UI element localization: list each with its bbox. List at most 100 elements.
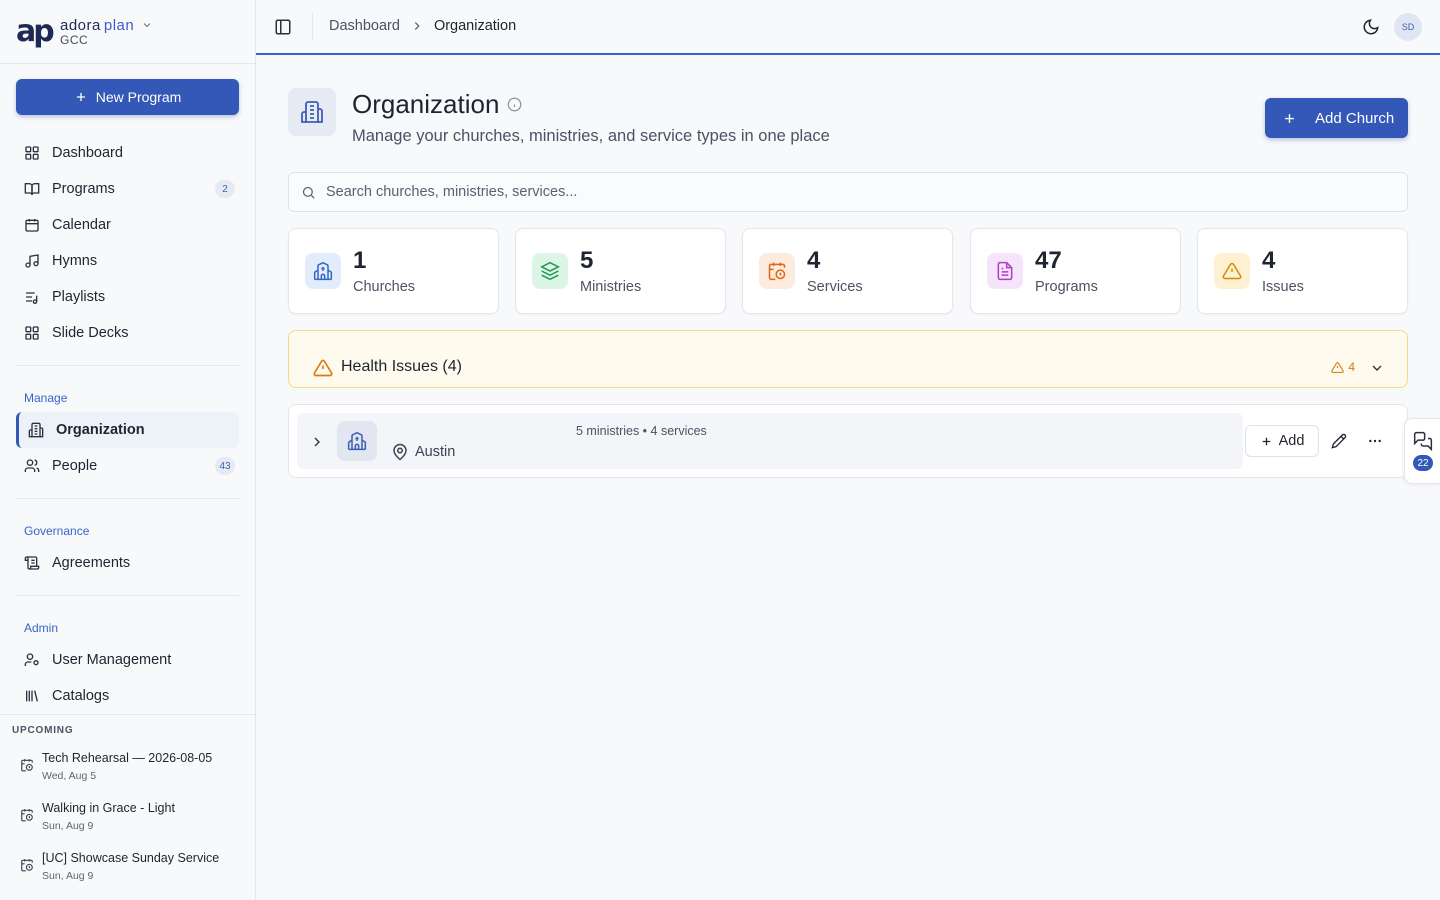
warning-icon [313,359,333,377]
upcoming-title-text: Tech Rehearsal — 2026-08-05 [42,751,213,765]
stat-card-churches[interactable]: 1 Churches [288,228,499,314]
nav-label: Slide Decks [52,325,129,341]
nav-label: Calendar [52,217,111,233]
stat-card-ministries[interactable]: 5 Ministries [515,228,726,314]
warning-icon [1222,262,1242,280]
layers-icon [540,261,560,281]
count-badge: 43 [215,457,235,475]
nav-dashboard[interactable]: Dashboard [16,135,239,171]
stat-icon [532,253,568,289]
stat-card-programs[interactable]: 47 Programs [970,228,1181,314]
playlist-icon [26,292,38,304]
chevron-right-icon[interactable] [309,434,325,450]
nav-catalogs[interactable]: Catalogs [16,678,239,714]
plus-icon [1262,437,1270,445]
add-church-button[interactable]: Add Church [1265,98,1408,138]
plus-icon [1285,113,1294,123]
nav-calendar[interactable]: Calendar [16,207,239,243]
stat-card-issues[interactable]: 4 Issues [1197,228,1408,314]
chevron-right-icon [414,22,420,30]
chat-toggle-button[interactable]: 22 [1404,418,1440,484]
upcoming-date: Sun, Aug 9 [42,870,94,882]
nav-organization[interactable]: Organization [16,412,239,448]
add-church-label: Add Church [1315,109,1395,127]
chevron-down-icon[interactable] [1369,360,1385,376]
sidebar: ap adora plan GCC New Program Dashboard … [0,0,256,900]
divider [16,498,239,499]
church-location-text: Austin [415,444,456,460]
add-label: Add [1278,433,1305,449]
stat-value: 1 [353,247,367,274]
stat-label: Programs [1035,279,1098,295]
grid-icon [25,146,39,160]
governance-nav: Agreements [16,545,239,581]
nav-label: User Management [52,652,172,668]
nav-playlists[interactable]: Playlists [16,279,239,315]
nav-label: Organization [56,422,145,438]
upcoming-date: Wed, Aug 5 [42,770,97,782]
nav-user-management[interactable]: User Management [16,642,239,678]
user-cog-icon [24,653,39,666]
nav-slide-decks[interactable]: Slide Decks [16,315,239,351]
stat-icon [305,253,341,289]
nav-people[interactable]: People 43 [16,448,239,484]
brand-logo: ap [16,13,55,49]
avatar[interactable]: SD [1394,13,1422,41]
stat-value: 4 [1262,247,1276,274]
church-avatar [337,421,377,461]
search-icon [302,186,315,199]
section-label-admin: Admin [24,621,59,635]
divider [16,365,239,366]
brand-switcher[interactable]: ap adora plan GCC [0,0,255,64]
stat-icon [987,253,1023,289]
nav-label: Programs [52,181,115,197]
page-title-text: Organization [352,89,500,119]
breadcrumb-dashboard[interactable]: Dashboard [329,18,400,34]
new-program-button[interactable]: New Program [16,79,239,115]
plus-icon [76,92,85,102]
stat-label: Issues [1262,279,1304,295]
building-icon [301,101,323,123]
count-badge: 2 [215,180,235,198]
nav-programs[interactable]: Programs 2 [16,171,239,207]
admin-nav: User Management Catalogs [16,642,239,714]
breadcrumb-current: Organization [433,18,517,34]
brand-name: adora [60,16,101,34]
scroll-icon [24,556,40,570]
new-program-label: New Program [95,89,182,105]
breadcrumb: Dashboard Organization [329,18,516,34]
church-icon [313,261,333,281]
page-subtitle: Manage your churches, ministries, and se… [352,127,830,145]
more-horizontal-icon[interactable] [1367,433,1383,449]
chevron-down-icon [143,23,151,28]
nav-label: Dashboard [52,145,123,161]
stat-value: 5 [580,247,594,274]
moon-icon[interactable] [1362,18,1380,36]
pencil-icon[interactable] [1331,433,1347,449]
info-icon[interactable] [507,97,522,112]
divider [16,595,239,596]
calendar-clock-icon [21,859,33,872]
stat-icon [1214,253,1250,289]
music-icon [25,254,39,268]
health-count-value: 4 [1348,360,1355,374]
nav-label: Catalogs [52,688,110,704]
nav-hymns[interactable]: Hymns [16,243,239,279]
page-title: Organization [352,89,522,120]
org-name: GCC [60,32,89,47]
health-issues-panel[interactable]: Health Issues (4) 4 [288,330,1408,388]
church-name[interactable]: Grace Community Church [389,424,557,440]
nav-label: People [52,458,98,474]
section-label-governance: Governance [24,524,90,538]
stat-icon [759,253,795,289]
sidebar-toggle-icon[interactable] [274,18,292,36]
church-meta: 5 ministries • 4 services [576,424,707,438]
search-input[interactable] [326,184,1326,200]
calendar-clock-icon [21,759,33,772]
stat-card-services[interactable]: 4 Services [742,228,953,314]
health-issues-title: Health Issues (4) [341,358,462,375]
upcoming-panel: UPCOMING Tech Rehearsal — 2026-08-05 Wed… [0,714,255,900]
divider [312,13,313,41]
nav-agreements[interactable]: Agreements [16,545,239,581]
add-ministry-button[interactable]: Add [1245,425,1319,457]
